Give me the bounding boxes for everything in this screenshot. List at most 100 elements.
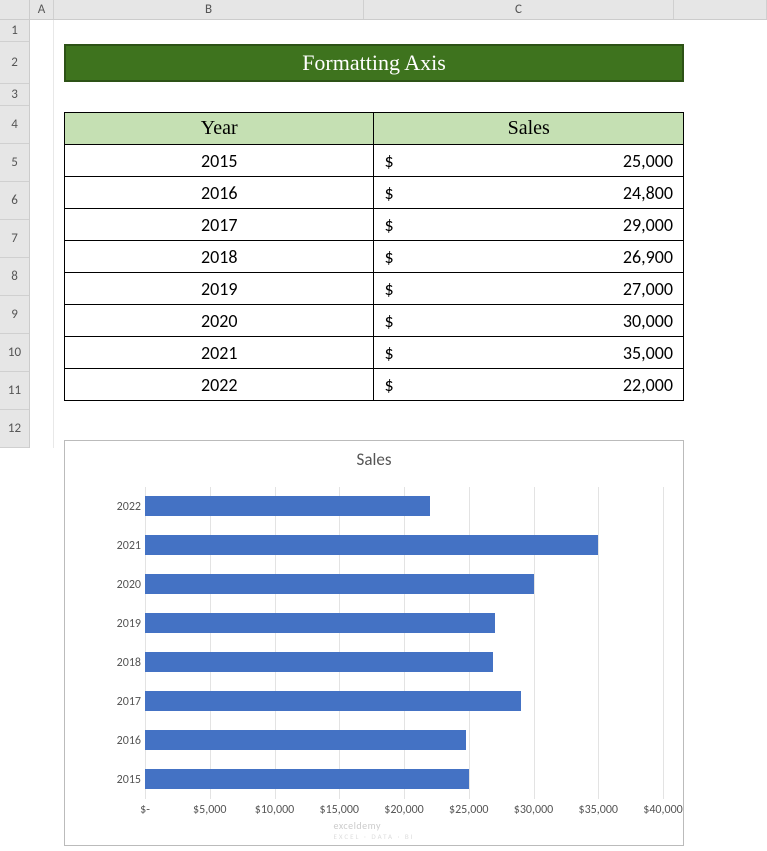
chart-x-tick-label: $40,000: [643, 803, 683, 817]
page-title: Formatting Axis: [302, 50, 446, 75]
row-header-3[interactable]: 3: [0, 84, 29, 106]
sales-value: 26,900: [384, 246, 673, 268]
chart-bar[interactable]: [145, 613, 495, 633]
chart-x-tick-label: $25,000: [449, 803, 489, 817]
row-header-4[interactable]: 4: [0, 106, 29, 144]
sales-value: 25,000: [384, 150, 673, 172]
col-header-a[interactable]: A: [30, 0, 54, 19]
cell-year[interactable]: 2016: [65, 177, 374, 209]
sales-value: 24,800: [384, 182, 673, 204]
cell-sales[interactable]: $24,800: [374, 177, 684, 209]
sales-value: 35,000: [384, 342, 673, 364]
row-header-11[interactable]: 11: [0, 372, 29, 410]
currency-symbol: $: [384, 310, 393, 332]
watermark-sub: EXCEL · DATA · BI: [333, 832, 414, 841]
chart-bar[interactable]: [145, 730, 466, 750]
currency-symbol: $: [384, 246, 393, 268]
chart-bar-row: 2021: [145, 526, 663, 565]
chart-bar[interactable]: [145, 496, 430, 516]
cell-sales[interactable]: $27,000: [374, 273, 684, 305]
watermark-main: exceldemy: [333, 819, 381, 832]
chart-bar[interactable]: [145, 769, 469, 789]
chart-x-tick-label: $-: [140, 803, 150, 817]
chart-x-tick-label: $15,000: [320, 803, 360, 817]
chart-bar-row: 2017: [145, 682, 663, 721]
cell-year[interactable]: 2019: [65, 273, 374, 305]
cell-year[interactable]: 2018: [65, 241, 374, 273]
chart-y-tick-label: 2021: [101, 539, 141, 553]
chart-plot-area[interactable]: 20222021202020192018201720162015: [145, 487, 663, 799]
row-header-9[interactable]: 9: [0, 296, 29, 334]
table-row[interactable]: 2022$22,000: [65, 369, 684, 401]
chart-y-tick-label: 2015: [101, 773, 141, 787]
currency-symbol: $: [384, 214, 393, 236]
chart-bar[interactable]: [145, 691, 521, 711]
header-sales[interactable]: Sales: [374, 113, 684, 145]
currency-symbol: $: [384, 374, 393, 396]
cell-sales[interactable]: $25,000: [374, 145, 684, 177]
chart-y-tick-label: 2016: [101, 734, 141, 748]
table-row[interactable]: 2015$25,000: [65, 145, 684, 177]
chart-y-tick-label: 2020: [101, 578, 141, 592]
sales-value: 22,000: [384, 374, 673, 396]
table-row[interactable]: 2018$26,900: [65, 241, 684, 273]
row-header-5[interactable]: 5: [0, 144, 29, 182]
chart-bar-row: 2020: [145, 565, 663, 604]
table-row[interactable]: 2016$24,800: [65, 177, 684, 209]
table-row[interactable]: 2020$30,000: [65, 305, 684, 337]
row-header-10[interactable]: 10: [0, 334, 29, 372]
chart-bar[interactable]: [145, 535, 598, 555]
currency-symbol: $: [384, 150, 393, 172]
select-all-corner[interactable]: [0, 0, 30, 19]
chart-bar-row: 2015: [145, 760, 663, 799]
page-title-banner[interactable]: Formatting Axis: [64, 44, 684, 82]
currency-symbol: $: [384, 182, 393, 204]
currency-symbol: $: [384, 342, 393, 364]
col-header-extra: [674, 0, 767, 19]
table-row[interactable]: 2017$29,000: [65, 209, 684, 241]
cell-sales[interactable]: $29,000: [374, 209, 684, 241]
chart-y-tick-label: 2022: [101, 500, 141, 514]
chart-container[interactable]: Sales 20222021202020192018201720162015 $…: [64, 440, 684, 846]
col-header-b[interactable]: B: [54, 0, 364, 19]
header-year[interactable]: Year: [65, 113, 374, 145]
chart-title: Sales: [65, 449, 683, 470]
chart-x-tick-label: $5,000: [193, 803, 226, 817]
cell-year[interactable]: 2017: [65, 209, 374, 241]
cell-sales[interactable]: $30,000: [374, 305, 684, 337]
col-header-c[interactable]: C: [364, 0, 674, 19]
chart-gridline: [663, 487, 664, 799]
row-header-8[interactable]: 8: [0, 258, 29, 296]
row-header-7[interactable]: 7: [0, 220, 29, 258]
data-table[interactable]: Year Sales 2015$25,0002016$24,8002017$29…: [64, 112, 684, 401]
table-row[interactable]: 2019$27,000: [65, 273, 684, 305]
chart-bar[interactable]: [145, 574, 534, 594]
row-header-12[interactable]: 12: [0, 410, 29, 448]
row-header-1[interactable]: 1: [0, 20, 29, 42]
table-header-row: Year Sales: [65, 113, 684, 145]
sales-value: 27,000: [384, 278, 673, 300]
cell-sales[interactable]: $26,900: [374, 241, 684, 273]
column-headers: A B C: [0, 0, 767, 20]
table-row[interactable]: 2021$35,000: [65, 337, 684, 369]
spreadsheet: A B C 1 2 3 4 5 6 7 8 9 10 11 12 Formatt…: [0, 0, 767, 851]
row-headers: 1 2 3 4 5 6 7 8 9 10 11 12: [0, 20, 30, 448]
cell-year[interactable]: 2021: [65, 337, 374, 369]
row-header-2[interactable]: 2: [0, 42, 29, 84]
chart-bar[interactable]: [145, 652, 493, 672]
row-header-6[interactable]: 6: [0, 182, 29, 220]
chart-bar-row: 2019: [145, 604, 663, 643]
cell-year[interactable]: 2022: [65, 369, 374, 401]
cell-year[interactable]: 2020: [65, 305, 374, 337]
watermark: exceldemy EXCEL · DATA · BI: [333, 819, 414, 841]
chart-bar-row: 2018: [145, 643, 663, 682]
grid-area[interactable]: Formatting Axis Year Sales 2015$25,00020…: [30, 20, 767, 448]
cell-sales[interactable]: $22,000: [374, 369, 684, 401]
currency-symbol: $: [384, 278, 393, 300]
cell-year[interactable]: 2015: [65, 145, 374, 177]
chart-y-tick-label: 2017: [101, 695, 141, 709]
chart-x-tick-label: $10,000: [255, 803, 295, 817]
cell-sales[interactable]: $35,000: [374, 337, 684, 369]
chart-x-tick-label: $30,000: [514, 803, 554, 817]
chart-x-tick-label: $20,000: [384, 803, 424, 817]
